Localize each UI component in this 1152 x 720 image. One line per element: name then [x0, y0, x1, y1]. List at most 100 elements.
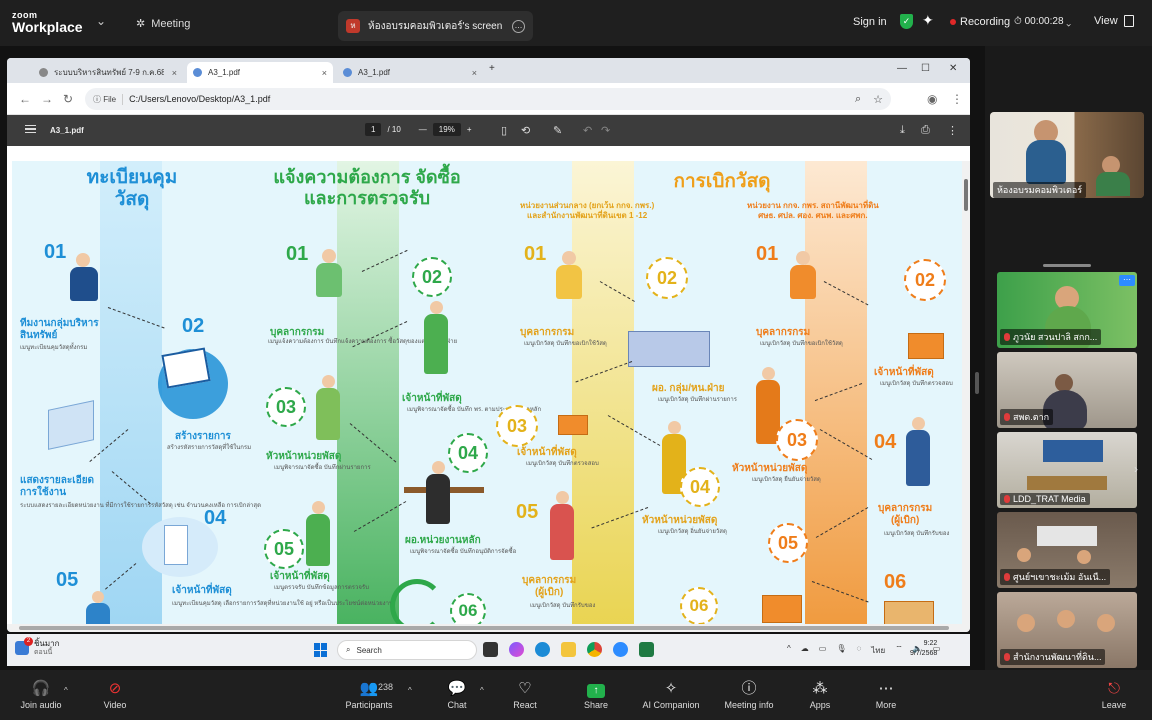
split-resize-handle[interactable] — [975, 372, 979, 394]
browser-menu-icon[interactable]: ⋮ — [951, 92, 963, 106]
search-placeholder: Search — [356, 645, 382, 655]
window-close-icon[interactable]: ✕ — [949, 63, 957, 74]
zoom-out-icon[interactable]: — — [419, 125, 427, 134]
taskbar-clock[interactable]: 9:22 9/7/2568 — [910, 639, 937, 659]
tile-more-icon[interactable]: ⋯ — [1119, 275, 1135, 286]
chevron-right-icon[interactable]: › — [1134, 462, 1138, 476]
zoom-magnifier-icon[interactable]: ⌕ — [855, 93, 861, 106]
participant-tile[interactable]: สำนักงานพัฒนาที่ดิน... — [997, 592, 1137, 668]
recording-indicator[interactable]: Recording — [950, 16, 1010, 28]
ai-sparkle-icon[interactable]: ✦ — [922, 12, 934, 29]
zoom-app-icon[interactable] — [613, 642, 628, 657]
step-caption: เมนูเบิกวัสดุ บันทึกผ่านรายการ — [658, 397, 738, 403]
more-button[interactable]: ⋯ More — [851, 678, 921, 710]
back-icon[interactable]: ← — [19, 92, 31, 106]
apps-button[interactable]: ⁂ Apps — [785, 678, 855, 710]
person-illustration — [308, 249, 358, 319]
shared-screen-tab[interactable]: ห ห้องอบรมคอมพิวเตอร์'s screen … — [338, 11, 533, 41]
print-icon[interactable]: ⎙ — [921, 124, 930, 137]
redo-icon[interactable]: ↷ — [601, 124, 610, 137]
panel-resize-handle[interactable] — [1043, 264, 1091, 267]
sign-in-button[interactable]: Sign in — [853, 16, 887, 28]
browser-window: ระบบบริหารสินทรัพย์ 7-9 ก.ค.68 (ส × A3_1… — [7, 58, 970, 632]
zoom-level-input[interactable]: 19% — [432, 123, 461, 136]
more-options-icon[interactable]: … — [512, 19, 525, 33]
hamburger-menu-icon[interactable] — [25, 125, 36, 133]
edge-icon[interactable] — [535, 642, 550, 657]
browser-tab-1[interactable]: ระบบบริหารสินทรัพย์ 7-9 ก.ค.68 (ส × — [33, 62, 183, 83]
active-speaker-tile[interactable]: ห้องอบรมคอมพิวเตอร์ — [990, 112, 1144, 198]
share-button[interactable]: ↑ Share — [561, 678, 631, 710]
close-icon[interactable]: × — [322, 68, 327, 78]
room-table — [1027, 476, 1107, 490]
section-title-request-procurement: แจ้งความต้องการ จัดซื้อ และการตรวจรับ — [273, 167, 461, 208]
weather-icon: 2 — [15, 636, 33, 655]
section-title-material-withdrawal: การเบิกวัสดุ — [673, 171, 771, 192]
meeting-menu[interactable]: ✲ Meeting — [136, 17, 190, 31]
participant-tile[interactable]: ศูนย์ฯเขาชะเม้ม อันเนื... — [997, 512, 1137, 588]
close-icon[interactable]: × — [172, 68, 177, 78]
network-icon[interactable]: ▭ — [819, 644, 827, 657]
zoom-tray-icon[interactable]: ◌ — [856, 644, 861, 657]
meeting-timer[interactable]: ⏱ 00:00:28 ⌄ — [1014, 16, 1071, 27]
pdf-file-icon — [343, 68, 352, 77]
address-bar[interactable]: ⓘ File C:/Users/Lenovo/Desktop/A3_1.pdf … — [85, 88, 891, 110]
participant-tile[interactable]: ⋯ ภูวนัย สวนปาลิ สกก... — [997, 272, 1137, 348]
close-icon[interactable]: × — [472, 68, 477, 78]
more-icon: ⋯ — [878, 680, 894, 697]
reload-icon[interactable]: ↻ — [63, 92, 73, 106]
undo-icon[interactable]: ↶ — [583, 124, 592, 137]
maximize-icon[interactable]: ☐ — [921, 63, 930, 74]
person-illustration — [312, 375, 352, 445]
microphone-icon[interactable]: 🎙 — [836, 644, 846, 657]
file-explorer-icon[interactable] — [561, 642, 576, 657]
leave-button[interactable]: ⎋ Leave — [1079, 678, 1149, 710]
participant-tile[interactable]: สพด.ตาก — [997, 352, 1137, 428]
meeting-info-button[interactable]: ⓘ Meeting info — [714, 678, 784, 710]
copilot-icon[interactable] — [509, 642, 524, 657]
pdf-horizontal-scrollbar[interactable] — [7, 624, 970, 632]
ai-companion-button[interactable]: ✧ AI Companion — [636, 678, 706, 710]
chevron-down-icon[interactable]: ⌄ — [96, 14, 106, 28]
excel-icon[interactable] — [639, 642, 654, 657]
download-icon[interactable]: ⤓ — [900, 124, 905, 137]
taskbar-search[interactable]: ⌕ Search — [337, 640, 477, 660]
weather-widget[interactable]: 2 ชิ้นมาก ตอนนี้ — [15, 636, 60, 657]
chat-caret-icon[interactable]: ^ — [480, 686, 484, 695]
minimize-icon[interactable]: — — [897, 63, 907, 74]
browser-tab-3[interactable]: A3_1.pdf × — [337, 62, 483, 83]
pdf-more-icon[interactable]: ⋮ — [947, 124, 958, 137]
bookmark-star-icon[interactable]: ☆ — [873, 93, 883, 106]
participants-label: Participants — [345, 700, 393, 710]
rotate-icon[interactable]: ⟲ — [521, 124, 530, 137]
pdf-vertical-scrollbar[interactable] — [962, 161, 970, 624]
view-button[interactable]: View — [1094, 15, 1134, 27]
tray-chevron-icon[interactable]: ^ — [787, 644, 791, 657]
scrollbar-thumb[interactable] — [19, 626, 949, 630]
page-number-input[interactable]: 1 — [365, 123, 382, 136]
video-button[interactable]: ⊘ Video — [80, 678, 150, 710]
new-tab-icon[interactable]: + — [489, 63, 495, 74]
security-shield-icon[interactable]: ✓ — [900, 14, 913, 29]
url-text[interactable]: C:/Users/Lenovo/Desktop/A3_1.pdf — [129, 94, 270, 104]
scrollbar-thumb[interactable] — [964, 179, 968, 211]
participants-button[interactable]: 👥 238 Participants — [334, 678, 404, 710]
heart-icon: ♡ — [518, 680, 532, 697]
windows-taskbar: 2 ชิ้นมาก ตอนนี้ ⌕ Search ^ ☁ ▭ 🎙 ◌ ไทย … — [7, 634, 970, 666]
chrome-icon[interactable] — [587, 642, 602, 657]
task-view-icon[interactable] — [483, 642, 498, 657]
zoom-in-icon[interactable]: + — [467, 125, 472, 134]
profile-icon[interactable]: ◉ — [927, 92, 937, 106]
browser-tab-2[interactable]: A3_1.pdf × — [187, 62, 333, 83]
annotate-icon[interactable]: ✎ — [553, 124, 562, 137]
fit-page-icon[interactable]: ▯ — [501, 124, 507, 137]
forward-icon[interactable]: → — [41, 92, 53, 106]
audio-options-caret-icon[interactable]: ^ — [64, 686, 68, 695]
participant-tile[interactable]: LDD_TRAT Media — [997, 432, 1137, 508]
react-button[interactable]: ♡ React — [490, 678, 560, 710]
participants-caret-icon[interactable]: ^ — [408, 686, 412, 695]
windows-start-icon[interactable] — [314, 643, 328, 657]
wifi-icon[interactable]: ⌔ — [895, 644, 903, 657]
language-indicator[interactable]: ไทย — [871, 644, 885, 657]
cloud-icon[interactable]: ☁ — [801, 644, 809, 657]
